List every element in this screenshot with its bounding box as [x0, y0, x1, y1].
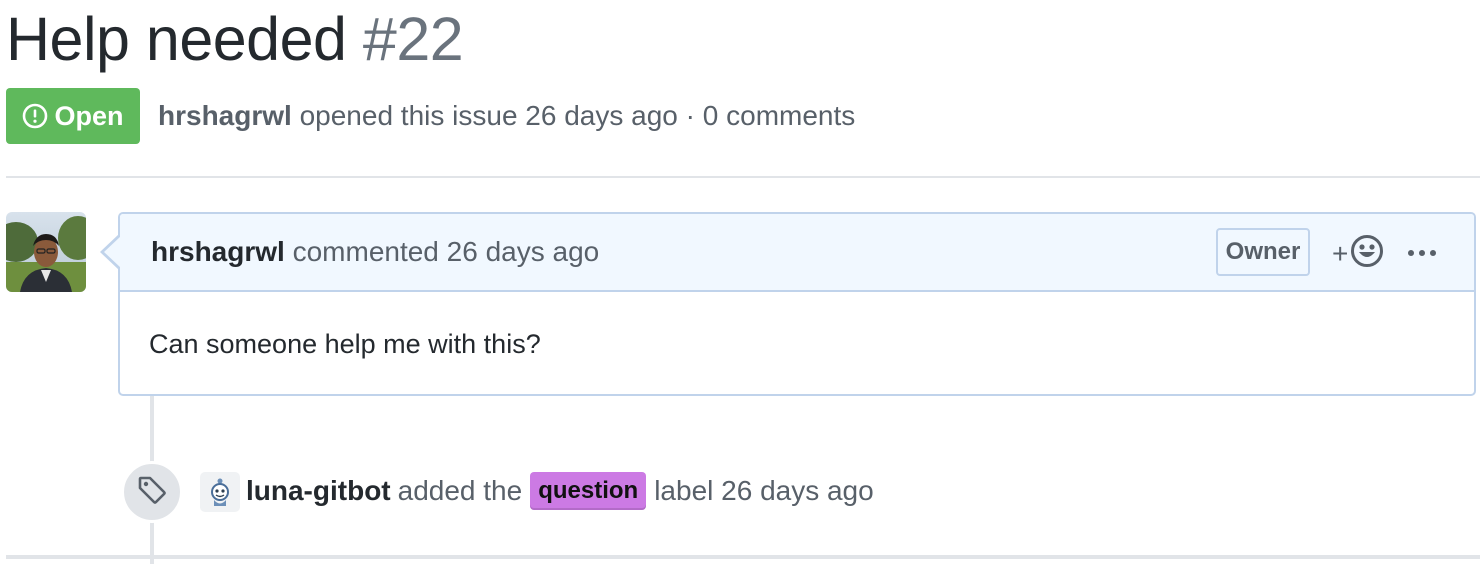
comment-pointer-fill: [104, 236, 121, 268]
meta-separator: ·: [685, 100, 695, 131]
issue-title: Help needed #22: [6, 2, 464, 76]
kebab-horizontal-icon: [1407, 244, 1437, 262]
event-action: added the: [397, 475, 523, 506]
issue-meta: hrshagrwl opened this issue 26 days ago …: [158, 98, 855, 134]
issue-state-badge: Open: [6, 88, 140, 144]
smiley-icon: [1350, 234, 1384, 275]
event-suffix: label 26 days ago: [654, 475, 874, 506]
avatar[interactable]: [6, 212, 86, 292]
comment-body: Can someone help me with this?: [149, 329, 541, 359]
owner-badge: Owner: [1216, 228, 1310, 276]
comment-author-link[interactable]: hrshagrwl: [151, 236, 285, 267]
issue-state-label: Open: [54, 100, 124, 131]
add-reaction-button[interactable]: +: [1332, 234, 1386, 274]
issue-opened-icon: [22, 103, 48, 129]
comment-count: 0 comments: [702, 100, 856, 131]
comment-timestamp[interactable]: commented 26 days ago: [293, 236, 600, 267]
issue-opened-text: opened this issue 26 days ago: [299, 100, 678, 131]
issue-author-link[interactable]: hrshagrwl: [158, 100, 292, 131]
timeline-badge: [121, 461, 183, 523]
bot-avatar[interactable]: [200, 472, 240, 512]
comment-options-button[interactable]: [1404, 236, 1440, 270]
question-label[interactable]: question: [530, 472, 647, 510]
issue-number: #22: [362, 5, 464, 73]
timeline-event-text: luna-gitbot added the question label 26 …: [246, 472, 874, 510]
issue-title-text: Help needed: [6, 5, 347, 73]
timeline-bottom-divider: [6, 555, 1480, 559]
header-divider: [6, 176, 1480, 178]
reaction-plus: +: [1332, 238, 1349, 269]
event-actor-link[interactable]: luna-gitbot: [246, 472, 391, 510]
comment-header-text: hrshagrwl commented 26 days ago: [151, 234, 599, 270]
tag-icon: [137, 475, 167, 510]
